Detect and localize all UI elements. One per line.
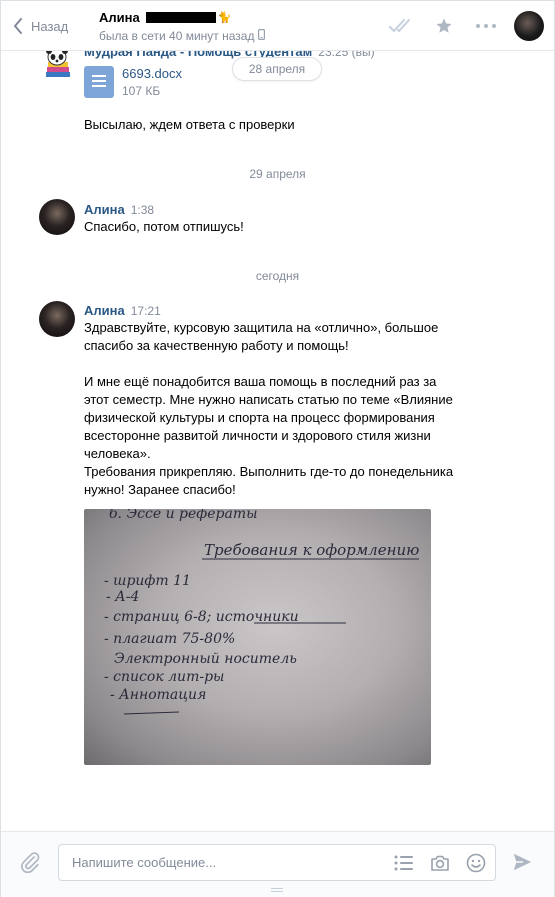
peer-info[interactable]: Алина 🐈 была в сети 40 минут назад bbox=[99, 10, 266, 43]
message-time[interactable]: 23:25 (вы) bbox=[318, 51, 374, 59]
resize-handle[interactable] bbox=[271, 888, 283, 892]
photo-title: Требования к оформлению bbox=[204, 541, 419, 559]
back-label: Назад bbox=[31, 18, 69, 34]
photo-attachment[interactable]: б. Эссе и рефераты Требования к оформлен… bbox=[84, 509, 431, 765]
cat-emoji-icon: 🐈 bbox=[217, 12, 232, 24]
redaction-bar bbox=[145, 12, 216, 23]
templates-list-icon[interactable] bbox=[393, 852, 415, 874]
message-text: Спасибо, потом отпишусь! bbox=[84, 219, 244, 234]
attach-paperclip-icon[interactable] bbox=[19, 851, 41, 876]
input-actions bbox=[393, 852, 487, 874]
document-name[interactable]: 6693.docx bbox=[122, 66, 182, 81]
photo-line: - Аннотация bbox=[110, 687, 206, 703]
photo-line: - шрифт 11 bbox=[104, 573, 191, 589]
header-actions bbox=[388, 10, 544, 42]
date-separator: сегодня bbox=[255, 269, 300, 283]
message-author[interactable]: Алина 17:21 bbox=[84, 303, 161, 318]
document-attachment[interactable]: 6693.docx 107 КБ bbox=[84, 66, 182, 98]
peer-name: Алина 🐈 bbox=[99, 10, 265, 25]
author-name: Алина bbox=[84, 202, 125, 217]
message-text: Высылаю, ждем ответа с проверки bbox=[84, 117, 295, 132]
message-author[interactable]: Алина 1:38 bbox=[84, 202, 154, 217]
double-check-icon[interactable] bbox=[388, 10, 416, 42]
date-separator: 29 апреля bbox=[249, 167, 306, 181]
messenger-window: Назад Алина 🐈 была в сети 40 минут назад bbox=[0, 0, 555, 897]
panda-avatar[interactable] bbox=[39, 51, 75, 83]
peer-avatar[interactable] bbox=[514, 11, 544, 41]
message-text: Здравствуйте, курсовую защитила на «отли… bbox=[84, 320, 454, 497]
photo-line: - плагиат 75-80% bbox=[104, 631, 235, 647]
composer: Напишите сообщение... bbox=[1, 831, 554, 897]
send-arrow-icon[interactable] bbox=[511, 851, 533, 876]
avatar[interactable] bbox=[39, 301, 75, 337]
peer-name-text: Алина bbox=[99, 10, 140, 25]
mobile-icon bbox=[258, 29, 266, 43]
photo-line: б. Эссе и рефераты bbox=[109, 509, 258, 522]
document-icon bbox=[84, 66, 114, 98]
author-name: Алина bbox=[84, 303, 125, 318]
photo-line: - А-4 bbox=[106, 589, 139, 605]
chat-header: Назад Алина 🐈 была в сети 40 минут назад bbox=[1, 1, 554, 51]
document-size: 107 КБ bbox=[122, 84, 161, 98]
peer-status-text: была в сети 40 минут назад bbox=[99, 29, 255, 43]
chevron-left-icon bbox=[13, 18, 23, 34]
photo-line: - список лит-ры bbox=[104, 669, 224, 685]
message-history[interactable]: Мудрая Панда - Помощь студентам 23:25 (вы… bbox=[1, 51, 554, 831]
message-author[interactable]: Мудрая Панда - Помощь студентам 23:25 (вы… bbox=[84, 51, 375, 59]
avatar[interactable] bbox=[39, 199, 75, 235]
photo-line: Электронный носитель bbox=[114, 651, 297, 667]
back-button[interactable]: Назад bbox=[13, 15, 68, 37]
message-time[interactable]: 17:21 bbox=[131, 304, 161, 318]
message-input-placeholder: Напишите сообщение... bbox=[72, 855, 217, 870]
message-time[interactable]: 1:38 bbox=[131, 203, 154, 217]
floating-date-pill: 28 апреля bbox=[232, 57, 322, 81]
camera-icon[interactable] bbox=[429, 852, 451, 874]
star-icon[interactable] bbox=[430, 10, 458, 42]
more-dots-icon[interactable] bbox=[472, 10, 500, 42]
message-input[interactable]: Напишите сообщение... bbox=[58, 844, 496, 881]
peer-status: была в сети 40 минут назад bbox=[99, 29, 266, 43]
emoji-smile-icon[interactable] bbox=[465, 852, 487, 874]
